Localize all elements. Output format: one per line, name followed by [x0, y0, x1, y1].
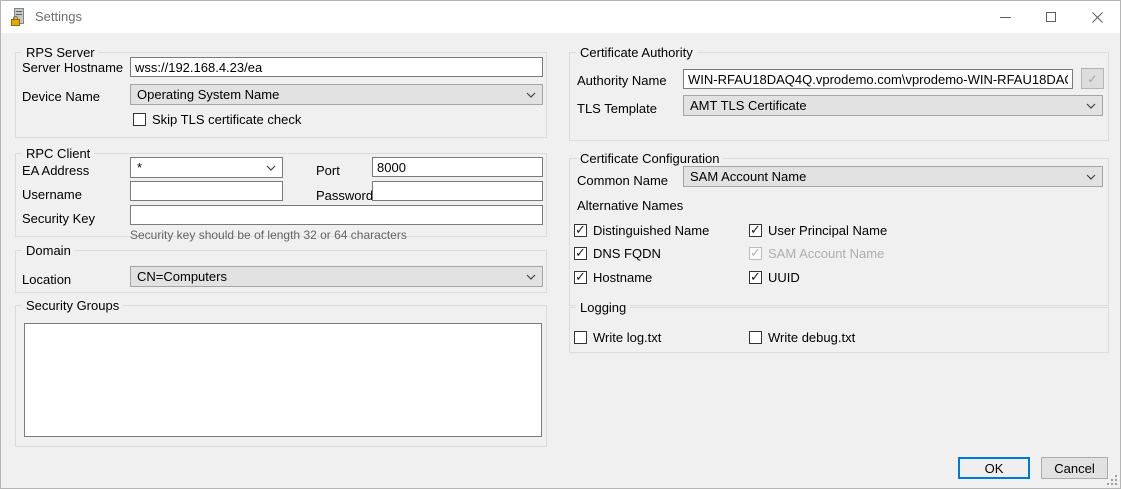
chevron-down-icon	[1086, 103, 1096, 109]
rpc-client-legend: RPC Client	[22, 146, 95, 161]
port-label: Port	[316, 163, 340, 178]
rps-server-legend: RPS Server	[22, 45, 99, 60]
checkbox-write-debug-txt[interactable]: Write debug.txt	[749, 330, 855, 345]
checkbox-box	[749, 246, 762, 261]
checkbox-hostname[interactable]: Hostname	[574, 270, 652, 285]
rps-server-group: RPS Server Server Hostname Device Name O…	[15, 45, 547, 138]
certificate-configuration-legend: Certificate Configuration	[576, 151, 724, 166]
certificate-configuration-group: Certificate Configuration Common Name SA…	[569, 151, 1109, 306]
authority-name-input[interactable]	[683, 69, 1073, 89]
authority-name-label: Authority Name	[577, 73, 667, 88]
security-key-label: Security Key	[22, 211, 95, 226]
location-select[interactable]: CN=Computers	[130, 266, 543, 287]
common-name-label: Common Name	[577, 173, 669, 188]
close-button[interactable]	[1074, 1, 1120, 33]
settings-window: Settings RPS Server Server Hostname Devi…	[0, 0, 1121, 489]
close-icon	[1091, 11, 1103, 23]
server-hostname-label: Server Hostname	[22, 60, 124, 75]
tls-template-select[interactable]: AMT TLS Certificate	[683, 95, 1103, 116]
window-title: Settings	[35, 9, 82, 24]
username-label: Username	[22, 187, 82, 202]
minimize-button[interactable]	[982, 1, 1028, 33]
ea-address-label: EA Address	[22, 163, 90, 178]
maximize-button[interactable]	[1028, 1, 1074, 33]
server-lock-icon	[11, 8, 27, 26]
port-input[interactable]	[372, 157, 543, 177]
rpc-client-group: RPC Client EA Address * Port Username Pa…	[15, 146, 547, 242]
checkbox-dns-fqdn[interactable]: DNS FQDN	[574, 246, 661, 261]
checkbox-box[interactable]	[749, 223, 762, 238]
certificate-authority-legend: Certificate Authority	[576, 45, 697, 60]
alternative-names-label: Alternative Names	[577, 198, 684, 213]
certificate-authority-group: Certificate Authority Authority Name ✓ T…	[569, 45, 1109, 141]
checkbox-user-principal-name[interactable]: User Principal Name	[749, 223, 887, 238]
checkbox-box[interactable]	[749, 270, 762, 285]
ea-address-combobox[interactable]: *	[130, 157, 283, 178]
device-name-label: Device Name	[22, 89, 101, 104]
checkbox-distinguished-name[interactable]: Distinguished Name	[574, 223, 709, 238]
password-input[interactable]	[372, 181, 543, 201]
checkbox-box[interactable]	[749, 331, 762, 344]
security-groups-group: Security Groups	[15, 298, 547, 447]
checkbox-uuid[interactable]: UUID	[749, 270, 800, 285]
chevron-down-icon	[1086, 174, 1096, 180]
logging-group: Logging Write log.txt Write debug.txt	[569, 300, 1109, 353]
resize-grip-icon[interactable]	[1107, 475, 1117, 485]
checkbox-box[interactable]	[133, 113, 146, 126]
checkbox-box[interactable]	[574, 246, 587, 261]
checkbox-sam-account-name: SAM Account Name	[749, 246, 884, 261]
security-groups-listbox[interactable]	[24, 323, 542, 437]
username-input[interactable]	[130, 181, 283, 201]
title-bar[interactable]: Settings	[1, 1, 1120, 33]
checkbox-box[interactable]	[574, 223, 587, 238]
chevron-down-icon	[526, 274, 536, 280]
checkbox-box[interactable]	[574, 270, 587, 285]
server-hostname-input[interactable]	[130, 57, 543, 77]
chevron-down-icon	[266, 165, 276, 171]
chevron-down-icon	[526, 92, 536, 98]
ok-button[interactable]: OK	[958, 457, 1030, 479]
logging-legend: Logging	[576, 300, 631, 315]
common-name-select[interactable]: SAM Account Name	[683, 166, 1103, 187]
cancel-button[interactable]: Cancel	[1041, 457, 1108, 479]
security-groups-legend: Security Groups	[22, 298, 124, 313]
location-label: Location	[22, 272, 72, 287]
device-name-select[interactable]: Operating System Name	[130, 84, 543, 105]
maximize-icon	[1046, 12, 1056, 22]
domain-group: Domain Location CN=Computers	[15, 243, 547, 293]
minimize-icon	[999, 16, 1011, 18]
domain-legend: Domain	[22, 243, 75, 258]
check-icon: ✓	[1087, 71, 1098, 86]
checkbox-write-log-txt[interactable]: Write log.txt	[574, 330, 661, 345]
authority-verify-button[interactable]: ✓	[1081, 68, 1104, 89]
checkbox-box[interactable]	[574, 331, 587, 344]
tls-template-label: TLS Template	[577, 101, 657, 116]
skip-tls-checkbox[interactable]: Skip TLS certificate check	[133, 112, 301, 127]
security-key-hint: Security key should be of length 32 or 6…	[130, 228, 407, 242]
security-key-input[interactable]	[130, 205, 543, 225]
password-label: Password	[316, 188, 374, 203]
